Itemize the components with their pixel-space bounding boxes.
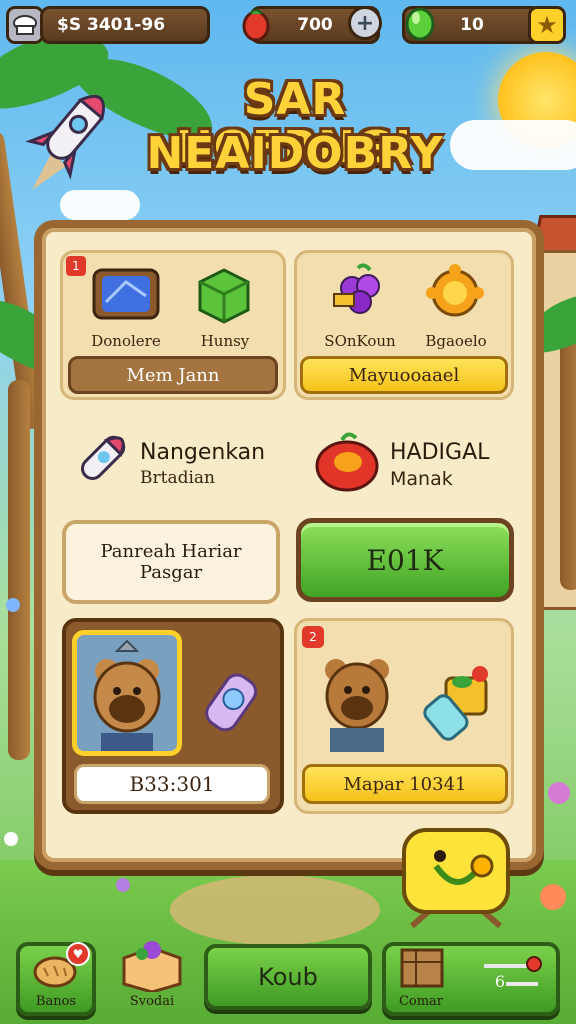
crate-icon [396,944,448,990]
promo-title: HADIGAL [390,440,490,465]
flower [540,884,566,910]
bear-worker-portrait [312,648,402,752]
rocket-decoration [22,82,112,192]
heart-badge-icon: ♥ [66,942,90,966]
green-cube-icon [192,262,256,326]
item-label: Bgaoelo [425,332,487,350]
info-box: Panreah Hariar Pasgar [62,520,280,604]
title-line-2: NEAIDOBRY [146,128,444,179]
offer-left-price[interactable]: B33:301 [74,764,270,804]
rocket-icon [66,424,136,496]
offer-badge: 2 [302,626,324,648]
nav-label: Svodai [129,994,175,1009]
gems-value: 700 [297,15,333,35]
bakery-box-icon[interactable] [116,938,188,994]
info-line-2: Pasgar [139,562,203,583]
bundle-badge: 1 [66,256,86,276]
leaf-value: 10 [460,15,484,35]
green-gem-icon [400,4,440,44]
flower [4,832,18,846]
crystal-bottle-icon [190,664,270,744]
grapes-icon [322,258,400,324]
yellow-banana-mascot[interactable] [398,826,516,930]
flower [6,598,20,612]
coins-value: $S 3401-96 [57,15,166,35]
info-line-1: Panreah Hariar [100,541,242,562]
star-icon[interactable]: ★ [528,6,566,44]
nav-main-button[interactable]: Koub [204,944,372,1010]
nav-label: 6 [494,972,506,991]
bundle-left-button[interactable]: Mem Jann [68,356,278,394]
action-button[interactable]: E01K [296,518,514,602]
dirt-path [170,875,380,945]
cloud [60,190,140,220]
flower [548,782,570,804]
nav-label: Comar [398,994,444,1009]
chili-icon [236,4,276,44]
potion-bundle-icon [410,660,500,744]
promo-title: Nangenkan [140,440,266,465]
nav-label: Banos [35,994,77,1009]
flower [116,878,130,892]
palm-tree [560,330,576,590]
bear-chef-portrait [72,630,182,756]
palm-tree [8,380,30,760]
item-label: Hunsy [200,332,250,350]
sun-gear-icon [420,260,490,326]
chef-hat-icon[interactable] [6,6,44,44]
offer-right-price[interactable]: Mapar 10341 [302,764,508,804]
blue-crate-icon [88,262,166,324]
item-label: SOnKoun [324,332,396,350]
apple-icon [312,426,382,496]
item-label: Donolere [91,332,161,350]
bundle-right-button[interactable]: Mayuooaael [300,356,508,394]
coins-counter: $S 3401-96 [40,6,210,44]
plus-icon[interactable]: + [348,6,382,40]
promo-subtitle: Manak [390,468,453,490]
promo-subtitle: Brtadian [140,468,215,488]
